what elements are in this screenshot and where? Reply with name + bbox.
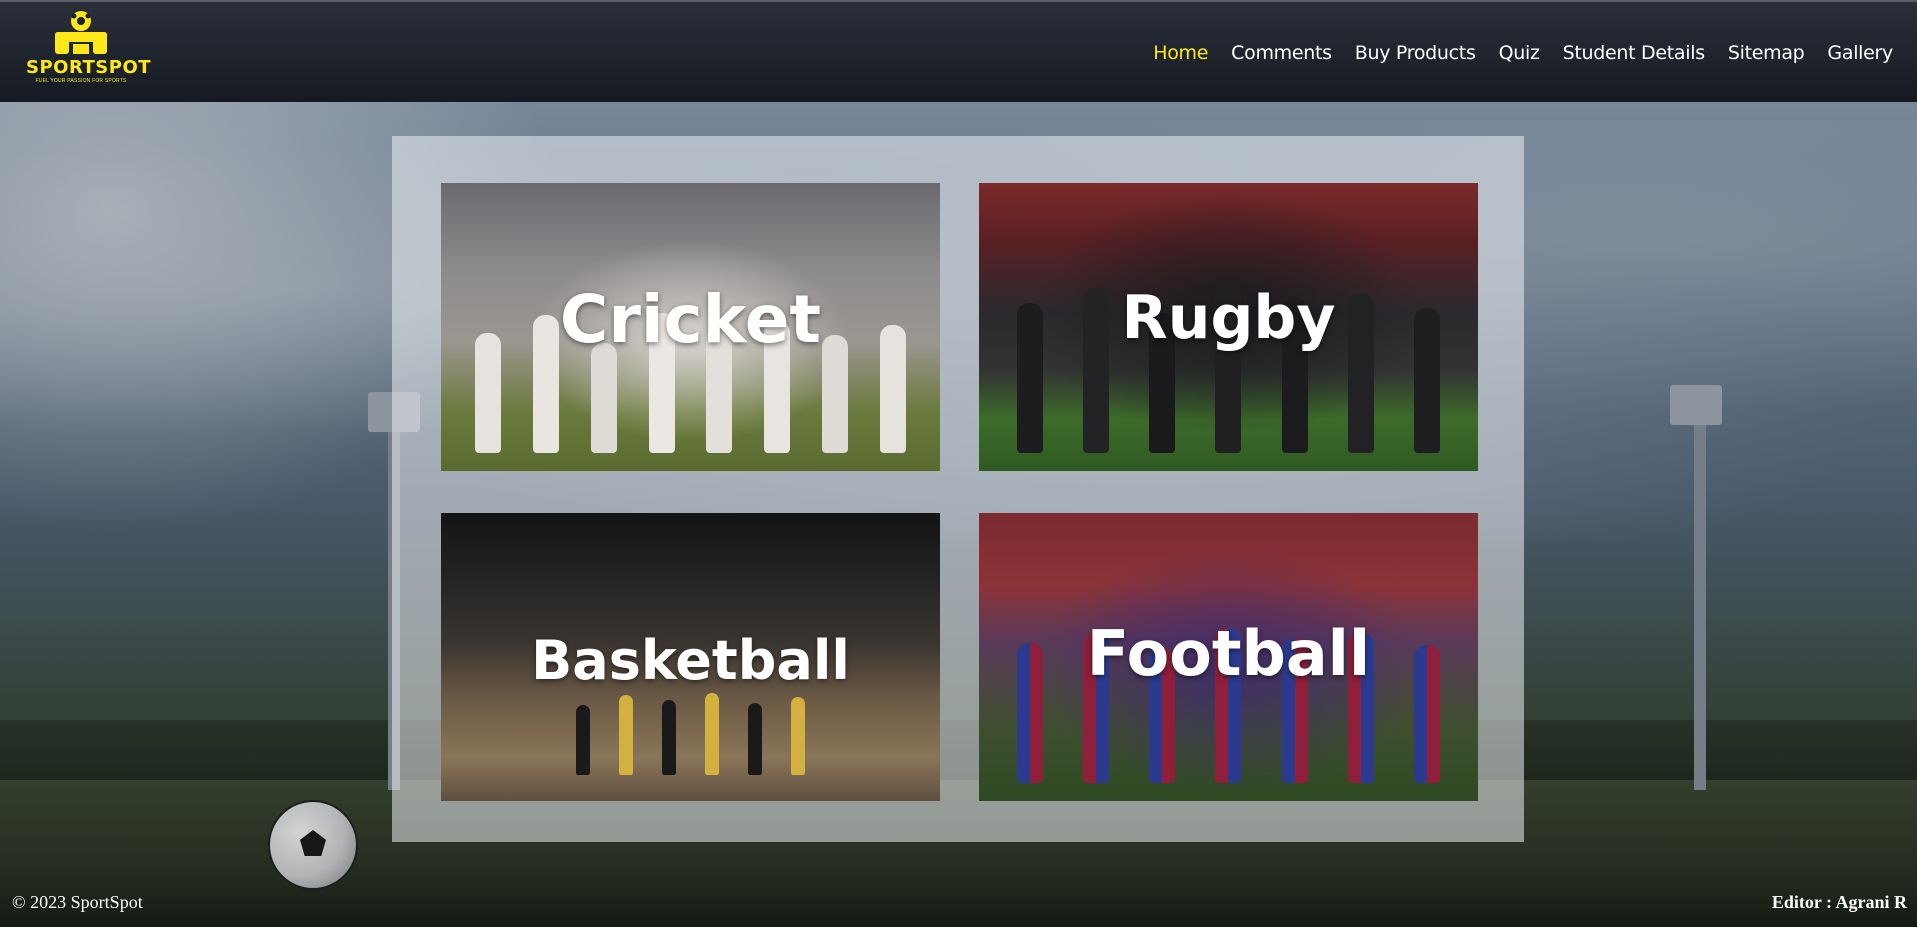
editor-credit: Editor : Agrani R [1771,892,1907,912]
nav-comments[interactable]: Comments [1231,42,1332,64]
logo-text: SPORTSPOT [26,57,152,78]
card-label-football: Football [1086,617,1371,690]
nav-student-details[interactable]: Student Details [1563,42,1706,64]
sportspot-logo[interactable]: SPORTSPOT FUEL YOUR PASSION FOR SPORTS [26,10,152,88]
nav-home[interactable]: Home [1153,42,1208,64]
sports-grid-panel: Cricket Rugby Basketball Football [392,136,1524,842]
card-label-cricket: Cricket [559,281,822,358]
nav-buy-products[interactable]: Buy Products [1355,42,1476,64]
nav-quiz[interactable]: Quiz [1499,42,1540,64]
site-header: SPORTSPOT FUEL YOUR PASSION FOR SPORTS H… [0,0,1917,102]
nav-gallery[interactable]: Gallery [1827,42,1893,64]
nav-sitemap[interactable]: Sitemap [1728,42,1805,64]
copyright-text: © 2023 SportSpot [12,892,143,912]
card-label-rugby: Rugby [1121,283,1336,353]
main-nav: Home Comments Buy Products Quiz Student … [1153,42,1893,64]
card-label-basketball: Basketball [531,629,850,692]
card-football[interactable]: Football [979,513,1478,801]
logo-icon [55,11,107,54]
card-basketball[interactable]: Basketball [441,513,940,801]
card-rugby[interactable]: Rugby [979,183,1478,471]
site-footer: © 2023 SportSpot Editor : Agrani R [0,874,1917,927]
logo-tagline: FUEL YOUR PASSION FOR SPORTS [35,78,127,84]
card-cricket[interactable]: Cricket [441,183,940,471]
